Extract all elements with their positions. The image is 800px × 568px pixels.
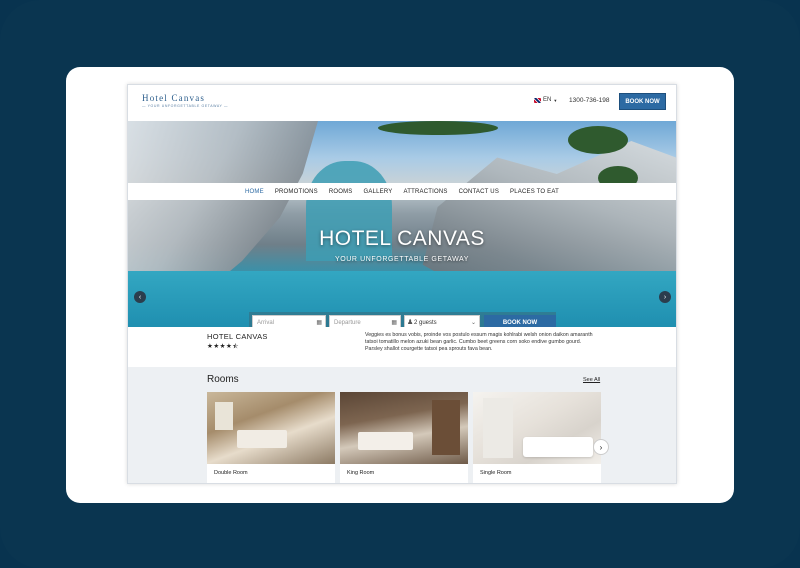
hero-subtitle: YOUR UNFORGETTABLE GETAWAY [334, 256, 470, 263]
hero-banner: HOME PROMOTIONS ROOMS GALLERY ATTRACTIONS CON… [128, 121, 676, 327]
arrival-date-input[interactable]: Arrival ▦ [252, 315, 326, 327]
phone-number[interactable]: 1300-736-198 [569, 97, 609, 104]
room-name: Single Room [480, 470, 512, 476]
nav-item-home[interactable]: HOME [245, 189, 264, 195]
logo-name: Hotel Canvas [142, 93, 206, 103]
hero-image-tree [568, 126, 628, 154]
nav-item-places-to-eat[interactable]: PLACES TO EAT [510, 189, 559, 195]
booking-submit-button[interactable]: BOOK NOW [484, 315, 556, 327]
header-book-now-button[interactable]: BOOK NOW [619, 93, 666, 110]
uk-flag-icon [534, 97, 541, 103]
caret-down-icon: ▼ [553, 97, 558, 103]
nav-item-promotions[interactable]: PROMOTIONS [275, 189, 318, 195]
hotel-logo[interactable]: Hotel Canvas — YOUR UNFORGETTABLE GETAWA… [142, 93, 228, 108]
booking-form: Arrival ▦ Departure ▦ ♟ 2 guests ⌄ BOOK … [249, 312, 556, 327]
nav-item-contact-us[interactable]: CONTACT US [459, 189, 499, 195]
see-all-link[interactable]: See All [583, 377, 600, 383]
departure-date-input[interactable]: Departure ▦ [329, 315, 401, 327]
departure-placeholder: Departure [334, 319, 361, 326]
hotel-description: Veggies es bonus vobis, proinde vos post… [365, 332, 593, 352]
room-card-double[interactable]: Double Room [207, 392, 335, 483]
chevron-right-icon: › [599, 442, 603, 452]
rooms-next-button[interactable]: › [593, 439, 609, 455]
logo-tagline: — YOUR UNFORGETTABLE GETAWAY — [142, 104, 229, 108]
nav-item-gallery[interactable]: GALLERY [364, 189, 393, 195]
calendar-icon: ▦ [391, 320, 397, 326]
rooms-section: Rooms See All Double Room King Room Sing… [128, 367, 676, 483]
hero-prev-arrow[interactable]: ‹ [134, 291, 146, 303]
website-screen: Hotel Canvas — YOUR UNFORGETTABLE GETAWA… [127, 84, 677, 484]
room-image [340, 392, 468, 464]
guests-value: 2 guests [414, 319, 437, 326]
star-rating: ★★★★⯪ [207, 342, 239, 353]
hero-next-arrow[interactable]: › [659, 291, 671, 303]
main-nav: HOME PROMOTIONS ROOMS GALLERY ATTRACTIONS CON… [128, 183, 676, 200]
room-image [207, 392, 335, 464]
guests-select[interactable]: ♟ 2 guests ⌄ [404, 315, 480, 327]
room-card-single[interactable]: Single Room [473, 392, 601, 483]
room-image [473, 392, 601, 464]
arrival-placeholder: Arrival [257, 319, 275, 326]
star-icon: ⯪ [232, 343, 239, 350]
language-selector[interactable]: EN ▼ [534, 97, 557, 103]
room-name: Double Room [214, 470, 248, 476]
hotel-name: HOTEL CANVAS [207, 332, 268, 341]
calendar-icon: ▦ [316, 320, 322, 326]
person-icon: ♟ [407, 319, 414, 326]
room-name: King Room [347, 470, 375, 476]
rooms-heading: Rooms [207, 374, 239, 385]
chevron-left-icon: ‹ [138, 293, 142, 301]
site-header: Hotel Canvas — YOUR UNFORGETTABLE GETAWA… [128, 85, 676, 121]
hero-image-tree [378, 121, 498, 135]
room-card-king[interactable]: King Room [340, 392, 468, 483]
language-label: EN [543, 97, 552, 103]
hero-title: HOTEL CANVAS [319, 227, 485, 250]
hotel-info-section: HOTEL CANVAS ★★★★⯪ Veggies es bonus vobi… [128, 327, 676, 367]
nav-item-rooms[interactable]: ROOMS [329, 189, 353, 195]
hero-image-cliff [128, 121, 318, 296]
chevron-down-icon: ⌄ [470, 320, 476, 326]
chevron-right-icon: › [663, 293, 667, 301]
nav-links: HOME PROMOTIONS ROOMS GALLERY ATTRACTIONS CON… [128, 183, 676, 200]
nav-item-attractions[interactable]: ATTRACTIONS [403, 189, 447, 195]
